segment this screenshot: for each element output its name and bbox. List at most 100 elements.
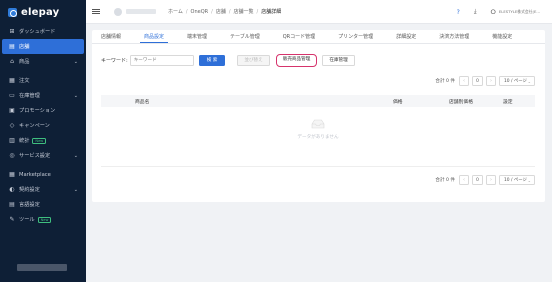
page-size-value: 10 / ページ [504,78,527,84]
sidebar-item-order[interactable]: ▦ 注文 [2,73,84,88]
column-header-product-name: 商品名 [135,100,150,105]
column-header-settings: 設定 [503,100,513,105]
table-empty-state: データがありません [101,107,535,167]
sidebar-item-language[interactable]: ▤ 言語設定 [2,197,84,212]
tab-4[interactable]: QRコード管理 [276,30,322,43]
tab-3[interactable]: テーブル管理 [223,30,267,43]
sidebar-item-label: 言語設定 [19,202,40,208]
breadcrumb-item[interactable]: 店舗一覧 [234,8,254,15]
store-selector-redacted[interactable] [126,9,156,14]
breadcrumb-separator: / [256,8,259,15]
tab-6[interactable]: 詳細設定 [389,30,423,43]
menu-toggle-icon[interactable] [92,8,100,16]
sidebar-item-store[interactable]: ▤ 店舗 [2,39,84,54]
store-icon: ▤ [9,42,15,50]
tag-icon: ⌂ [10,57,14,65]
breadcrumb-item[interactable]: OneQR [191,9,209,15]
sidebar-account-redacted[interactable] [17,264,67,271]
next-page-button[interactable]: › [486,75,496,86]
page-number[interactable]: 0 [472,174,483,185]
page-number[interactable]: 0 [472,75,483,86]
pagination-top: 合計 0 件 ‹ 0 › 10 / ページ ⌄ [435,75,535,86]
sidebar: elepay ⊞ ダッシュボード ▤ 店舗 ⌂ 商品 ⌄ ▦ 注文 ▭ 在庫管理 ⌄ ▣ プロモーション ◇… [0,0,86,282]
total-count: 合計 0 件 [435,78,455,84]
tool-icon: ✎ [9,215,15,223]
sales-product-management-button[interactable]: 販売商品管理 [275,53,318,67]
sidebar-item-marketplace[interactable]: ▦ Marketplace [2,167,84,182]
breadcrumb-separator: / [228,8,231,15]
sidebar-item-label: 統計 [19,138,30,144]
sidebar-item-label: サービス設定 [19,153,51,159]
column-header-price: 価格 [393,100,403,105]
sidebar-item-campaign[interactable]: ◇ キャンペーン [2,118,84,133]
tab-5[interactable]: プリンター管理 [331,30,380,43]
chart-icon: ▥ [9,136,15,144]
logo-icon [8,7,17,17]
sidebar-item-promotion[interactable]: ▣ プロモーション [2,103,84,118]
new-badge: New [37,216,52,223]
tab-2[interactable]: 端末管理 [180,30,214,43]
download-icon[interactable]: ⤓ [474,8,477,16]
sidebar-item-tag[interactable]: ⌂ 商品 ⌄ [2,54,84,69]
sidebar-item-chart[interactable]: ▥ 統計 New [2,133,84,148]
page-size-select[interactable]: 10 / ページ ⌄ [499,75,535,86]
sidebar-item-dashboard[interactable]: ⊞ ダッシュボード [2,24,84,39]
chevron-down-icon: ⌄ [73,153,78,159]
sidebar-item-service[interactable]: ◎ サービス設定 ⌄ [2,148,84,163]
dashboard-icon: ⊞ [9,27,15,35]
sidebar-item-label: プロモーション [19,108,56,114]
sidebar-item-label: 注文 [19,78,30,84]
help-icon[interactable]: ? [457,9,460,16]
sidebar-item-tool[interactable]: ✎ ツール New [2,212,84,227]
inventory-icon: ▭ [9,91,15,99]
new-badge: New [32,137,47,144]
service-icon: ◎ [9,151,15,159]
marketplace-icon: ▦ [9,170,15,178]
sidebar-item-label: 契約設定 [19,187,40,193]
chevron-down-icon: ⌄ [73,93,78,99]
store-detail-card: 店舗情報 商品設定 端末管理 テーブル管理 QRコード管理 プリンター管理 詳細設定 決済方法… [92,30,545,202]
tab-0[interactable]: 店舗情報 [94,30,128,43]
promotion-icon: ▣ [9,106,15,114]
tab-1[interactable]: 商品設定 [137,30,171,43]
breadcrumb-item[interactable]: 店舗 [216,8,226,15]
empty-inbox-icon [311,119,325,129]
column-header-store-price: 店舗別価格 [449,100,473,105]
breadcrumb-separator: / [185,8,188,15]
tab-7[interactable]: 決済方法管理 [432,30,476,43]
keyword-label: キーワード: [101,57,128,64]
prev-page-button[interactable]: ‹ [459,174,469,185]
brand-name: elepay [21,6,60,18]
table-header: 商品名 価格 店舗別価格 設定 [101,95,535,107]
breadcrumb-separator: / [211,8,213,15]
page-size-select[interactable]: 10 / ページ ⌄ [499,174,535,185]
reorder-button[interactable]: 並び替え [237,54,270,66]
sidebar-item-label: ツール [19,217,35,223]
next-page-button[interactable]: › [486,174,496,185]
empty-text: データがありません [297,135,339,140]
breadcrumb-item[interactable]: ホーム [168,8,183,15]
breadcrumb-item: 店舗詳細 [261,9,282,15]
contract-icon: ◐ [9,185,15,193]
prev-page-button[interactable]: ‹ [459,75,469,86]
sidebar-item-inventory[interactable]: ▭ 在庫管理 ⌄ [2,88,84,103]
top-header: ホーム / OneQR / 店舗 / 店舗一覧 / 店舗詳細 ? ⤓ ⵔ ELESTYLE株式会… [86,0,552,24]
user-icon[interactable]: ⵔ [491,9,496,16]
sidebar-item-label: ダッシュボード [19,29,56,35]
tab-8[interactable]: 機能設定 [485,30,519,43]
store-avatar[interactable] [114,7,122,16]
brand-logo[interactable]: elepay [0,0,86,24]
sidebar-item-contract[interactable]: ◐ 契約設定 ⌄ [2,182,84,197]
search-button[interactable]: 検 索 [198,54,226,66]
header-actions: ? ⤓ ⵔ ELESTYLE株式会社(E... [457,0,540,24]
inventory-management-button[interactable]: 在庫管理 [322,54,355,66]
page-size-value: 10 / ページ [504,177,527,183]
sidebar-item-label: Marketplace [19,171,51,178]
sidebar-item-label: 店舗 [19,44,30,50]
chevron-down-icon: ⌄ [527,177,531,183]
chevron-down-icon: ⌄ [73,187,78,193]
keyword-input[interactable] [129,54,194,66]
store-tabs: 店舗情報 商品設定 端末管理 テーブル管理 QRコード管理 プリンター管理 詳細設定 決済方法… [92,30,545,44]
user-account-name[interactable]: ELESTYLE株式会社(E... [499,9,540,15]
breadcrumb: ホーム / OneQR / 店舗 / 店舗一覧 / 店舗詳細 [168,8,282,16]
